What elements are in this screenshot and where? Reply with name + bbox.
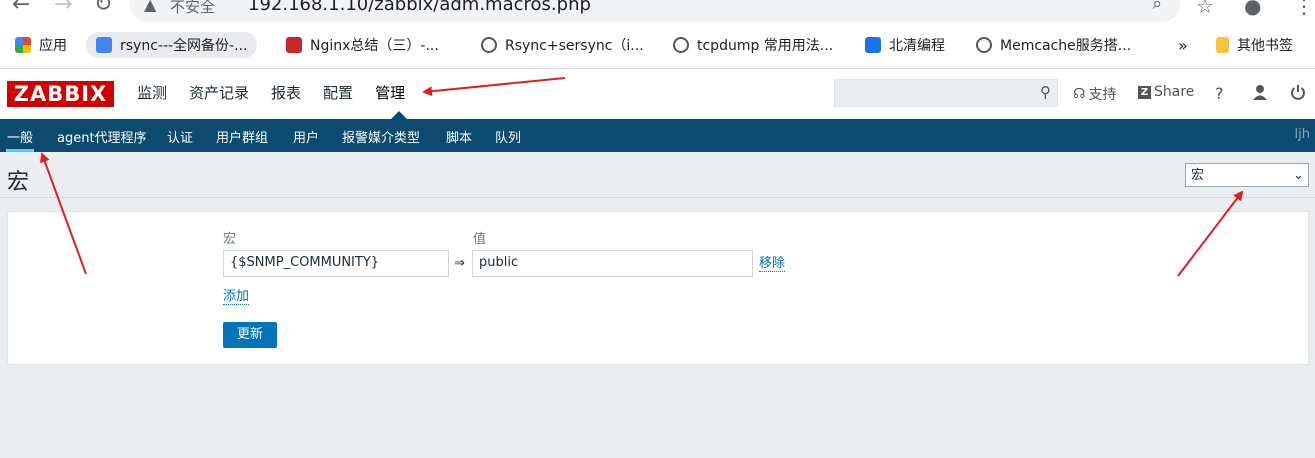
annotation-arrow-admin-menu: [422, 77, 566, 97]
annotation-arrow-general: [40, 152, 87, 275]
annotation-arrow-selector: [1177, 190, 1244, 277]
annotation-overlay: [40, 77, 1244, 277]
